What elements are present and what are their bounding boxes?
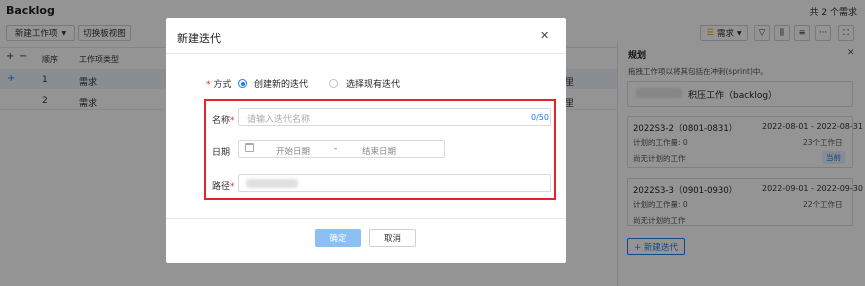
dialog-header-divider: [166, 53, 566, 54]
date-separator: -: [334, 144, 338, 154]
name-label-text: 名称: [212, 116, 231, 126]
name-placeholder: 请输入迭代名称: [247, 115, 311, 125]
start-date-placeholder[interactable]: 开始日期: [276, 145, 310, 157]
mode-label-text: 方式: [213, 80, 232, 90]
dialog-title: 新建迭代: [177, 32, 221, 45]
radio-select-existing[interactable]: [329, 79, 338, 88]
cancel-button[interactable]: 取消: [369, 229, 416, 247]
radio-create-new-label[interactable]: 创建新的迭代: [254, 77, 308, 90]
confirm-button[interactable]: 确定: [315, 229, 361, 247]
path-label-text: 路径: [212, 182, 231, 192]
path-label: 路径*: [212, 182, 235, 192]
name-label: 名称*: [212, 116, 235, 126]
radio-select-existing-label[interactable]: 选择现有迭代: [346, 77, 400, 90]
radio-create-new[interactable]: [238, 79, 247, 88]
calendar-icon: [245, 143, 254, 152]
date-range-picker[interactable]: [238, 140, 445, 158]
close-icon[interactable]: ✕: [540, 29, 549, 42]
mode-label: * 方式: [206, 80, 232, 90]
dialog-footer-divider: [166, 218, 566, 219]
date-label: 日期: [212, 148, 231, 158]
end-date-placeholder[interactable]: 结束日期: [362, 145, 396, 157]
new-iteration-dialog: 新建迭代 ✕ * 方式 创建新的迭代 选择现有迭代 名称* 请输入迭代名称 0/…: [166, 18, 566, 263]
name-char-count: 0/50: [531, 113, 549, 122]
blurred-path-value: [246, 179, 298, 188]
